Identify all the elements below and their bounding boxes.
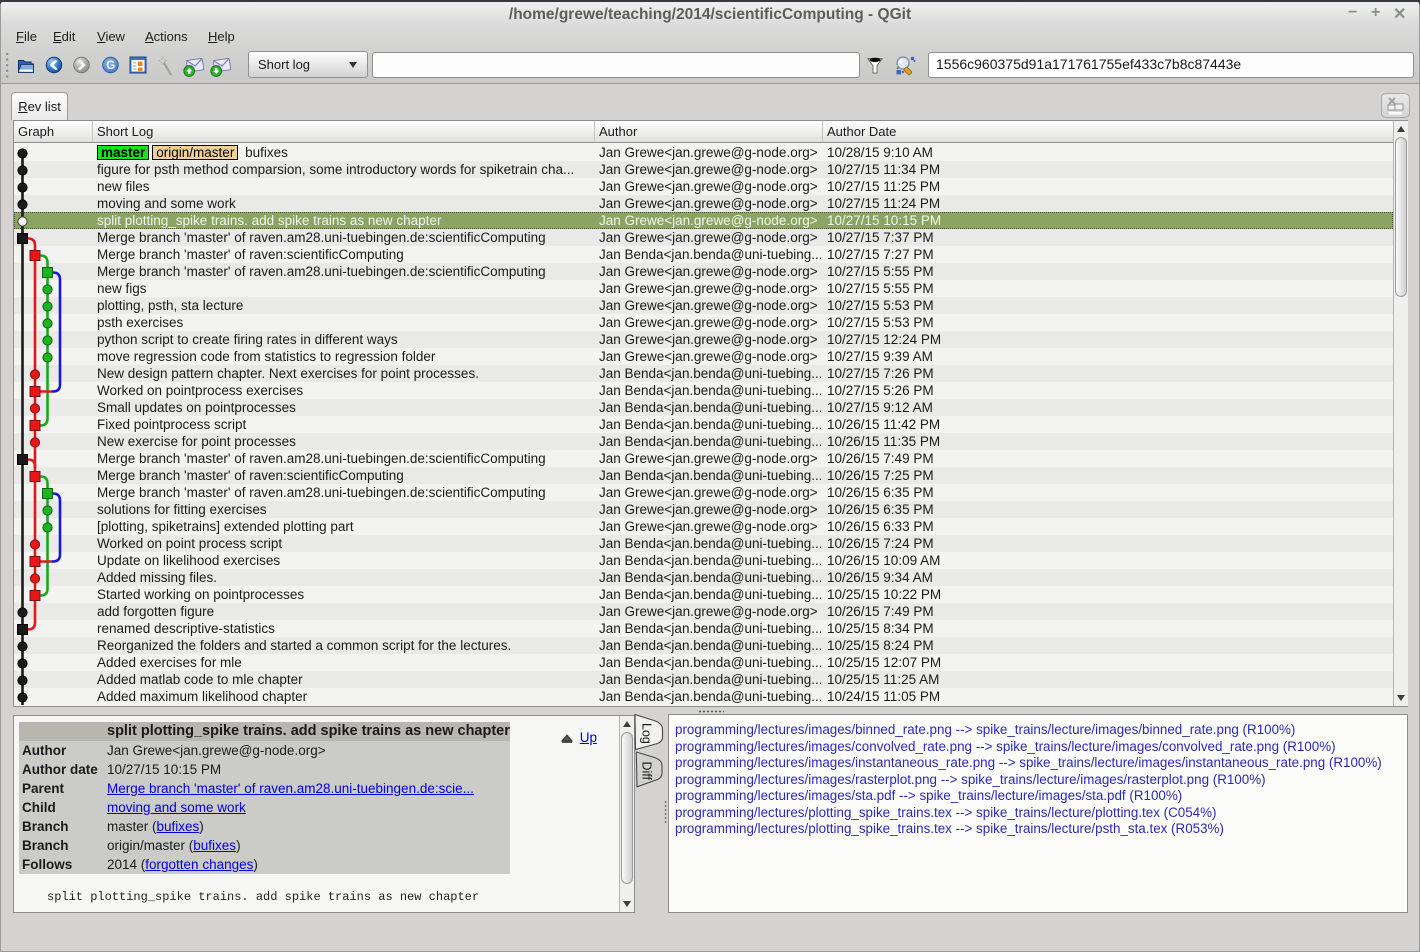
svg-text:G: G (106, 60, 115, 72)
svg-text:Diff: Diff (640, 762, 654, 781)
svg-text:Log: Log (640, 723, 654, 744)
